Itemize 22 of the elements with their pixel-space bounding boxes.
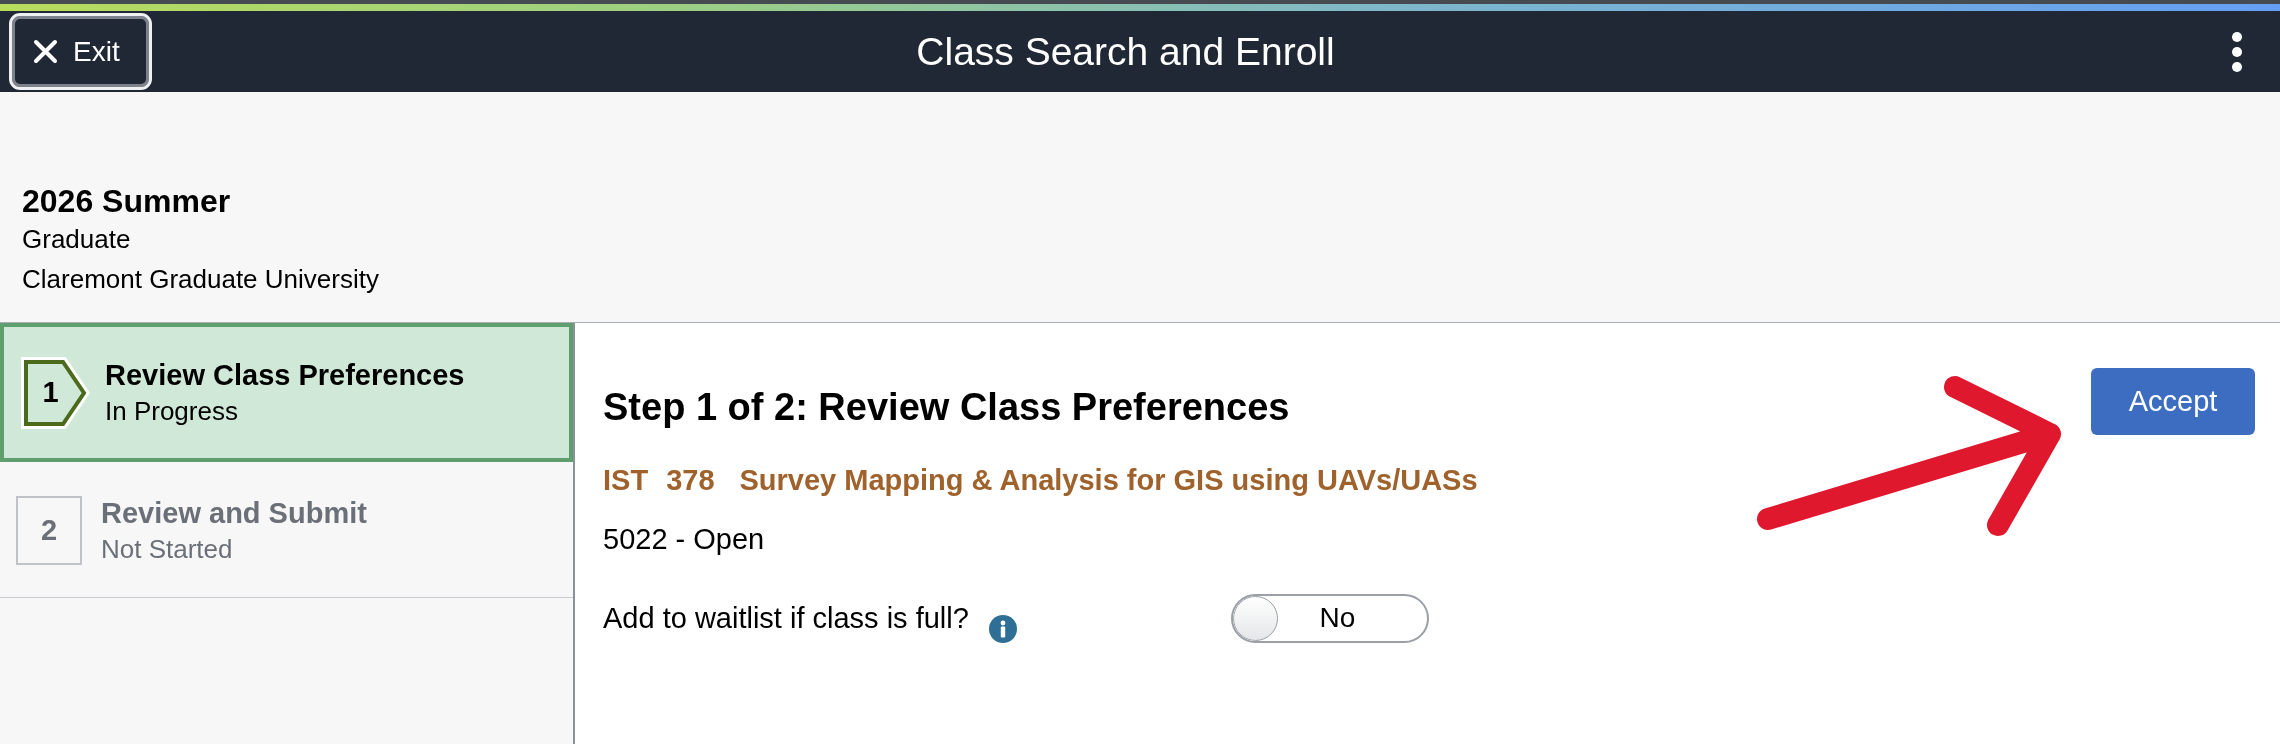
course-subject: IST xyxy=(603,463,649,498)
course-title: Survey Mapping & Analysis for GIS using UAVs/UASs xyxy=(739,463,1478,498)
page-title: Class Search and Enroll xyxy=(916,29,1335,74)
step-status: Not Started xyxy=(101,532,233,566)
toggle-switch[interactable]: No xyxy=(1231,593,1429,643)
exit-button[interactable]: Exit xyxy=(9,13,152,90)
step-title: Review and Submit xyxy=(101,495,367,531)
career-label: Graduate xyxy=(22,223,131,256)
course-number: 378 xyxy=(666,463,715,498)
step-title: Review Class Preferences xyxy=(105,357,465,393)
institution-name: Claremont Graduate University xyxy=(22,263,379,296)
step-status: In Progress xyxy=(105,394,238,428)
step-item[interactable]: 1 Review Class Preferences In Progress xyxy=(0,323,573,462)
accept-button[interactable]: Accept xyxy=(2091,368,2255,435)
waitlist-label: Add to waitlist if class is full? xyxy=(603,601,969,635)
step-number-badge: 2 xyxy=(16,496,82,565)
close-icon xyxy=(33,39,58,64)
step-heading: Step 1 of 2: Review Class Preferences xyxy=(603,384,1290,427)
info-icon[interactable] xyxy=(988,615,1017,643)
more-options-icon[interactable] xyxy=(2232,31,2242,72)
term-name: 2026 Summer xyxy=(22,182,231,220)
section-status: 5022 - Open xyxy=(603,523,765,555)
